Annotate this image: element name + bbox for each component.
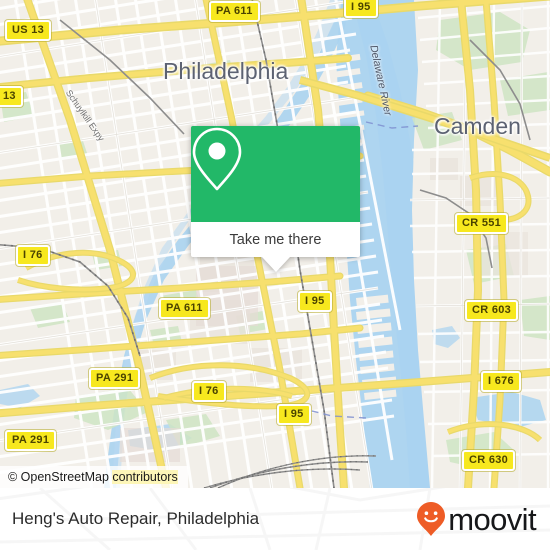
moovit-wordmark: moovit bbox=[448, 501, 536, 537]
moovit-brand[interactable]: moovit bbox=[416, 488, 537, 550]
road-shield-pa-291-north: PA 291 bbox=[89, 368, 141, 389]
map-place-label-philadelphia: Philadelphia bbox=[163, 58, 289, 84]
take-me-there-label: Take me there bbox=[229, 231, 322, 248]
road-shield-cr-551: CR 551 bbox=[455, 213, 509, 234]
attribution-link-contributors[interactable]: contributors bbox=[112, 470, 178, 484]
map-canvas[interactable]: Philadelphia Camden Delaware River Schuy… bbox=[0, 0, 550, 488]
card-pointer-arrow bbox=[261, 257, 290, 272]
road-shield-pa-611-south: PA 611 bbox=[159, 298, 210, 319]
footer-bar: Heng's Auto Repair, Philadelphia moovit bbox=[0, 488, 550, 550]
map-screenshot: Philadelphia Camden Delaware River Schuy… bbox=[0, 0, 550, 550]
road-shield-cr-603: CR 603 bbox=[465, 300, 519, 321]
attribution-prefix: © OpenStreetMap bbox=[8, 470, 113, 484]
card-header bbox=[191, 126, 360, 222]
road-shield-us-13: US 13 bbox=[5, 20, 52, 41]
map-place-label-camden: Camden bbox=[434, 113, 521, 139]
map-attribution[interactable]: © OpenStreetMap contributors bbox=[0, 466, 188, 488]
road-shield-i-76-west: I 76 bbox=[16, 245, 50, 266]
road-shield-pa-611-north: PA 611 bbox=[209, 1, 260, 22]
road-shield-i-95-mid: I 95 bbox=[298, 291, 332, 312]
road-shield-cr-630: CR 630 bbox=[462, 450, 516, 471]
location-pin-icon bbox=[192, 127, 242, 191]
road-shield-pa-291-south: PA 291 bbox=[5, 430, 57, 451]
place-title: Heng's Auto Repair, Philadelphia bbox=[12, 509, 260, 528]
location-callout-card[interactable]: Take me there bbox=[191, 126, 360, 272]
road-shield-i-76-south: I 76 bbox=[192, 381, 226, 402]
road-shield-13: 13 bbox=[0, 86, 23, 107]
road-shield-i-676: I 676 bbox=[481, 371, 521, 392]
moovit-smiley-pin-icon bbox=[417, 502, 446, 536]
road-shield-i-95-south: I 95 bbox=[277, 404, 311, 425]
take-me-there-button[interactable]: Take me there bbox=[191, 222, 360, 272]
road-shield-i-95-north: I 95 bbox=[344, 0, 378, 18]
